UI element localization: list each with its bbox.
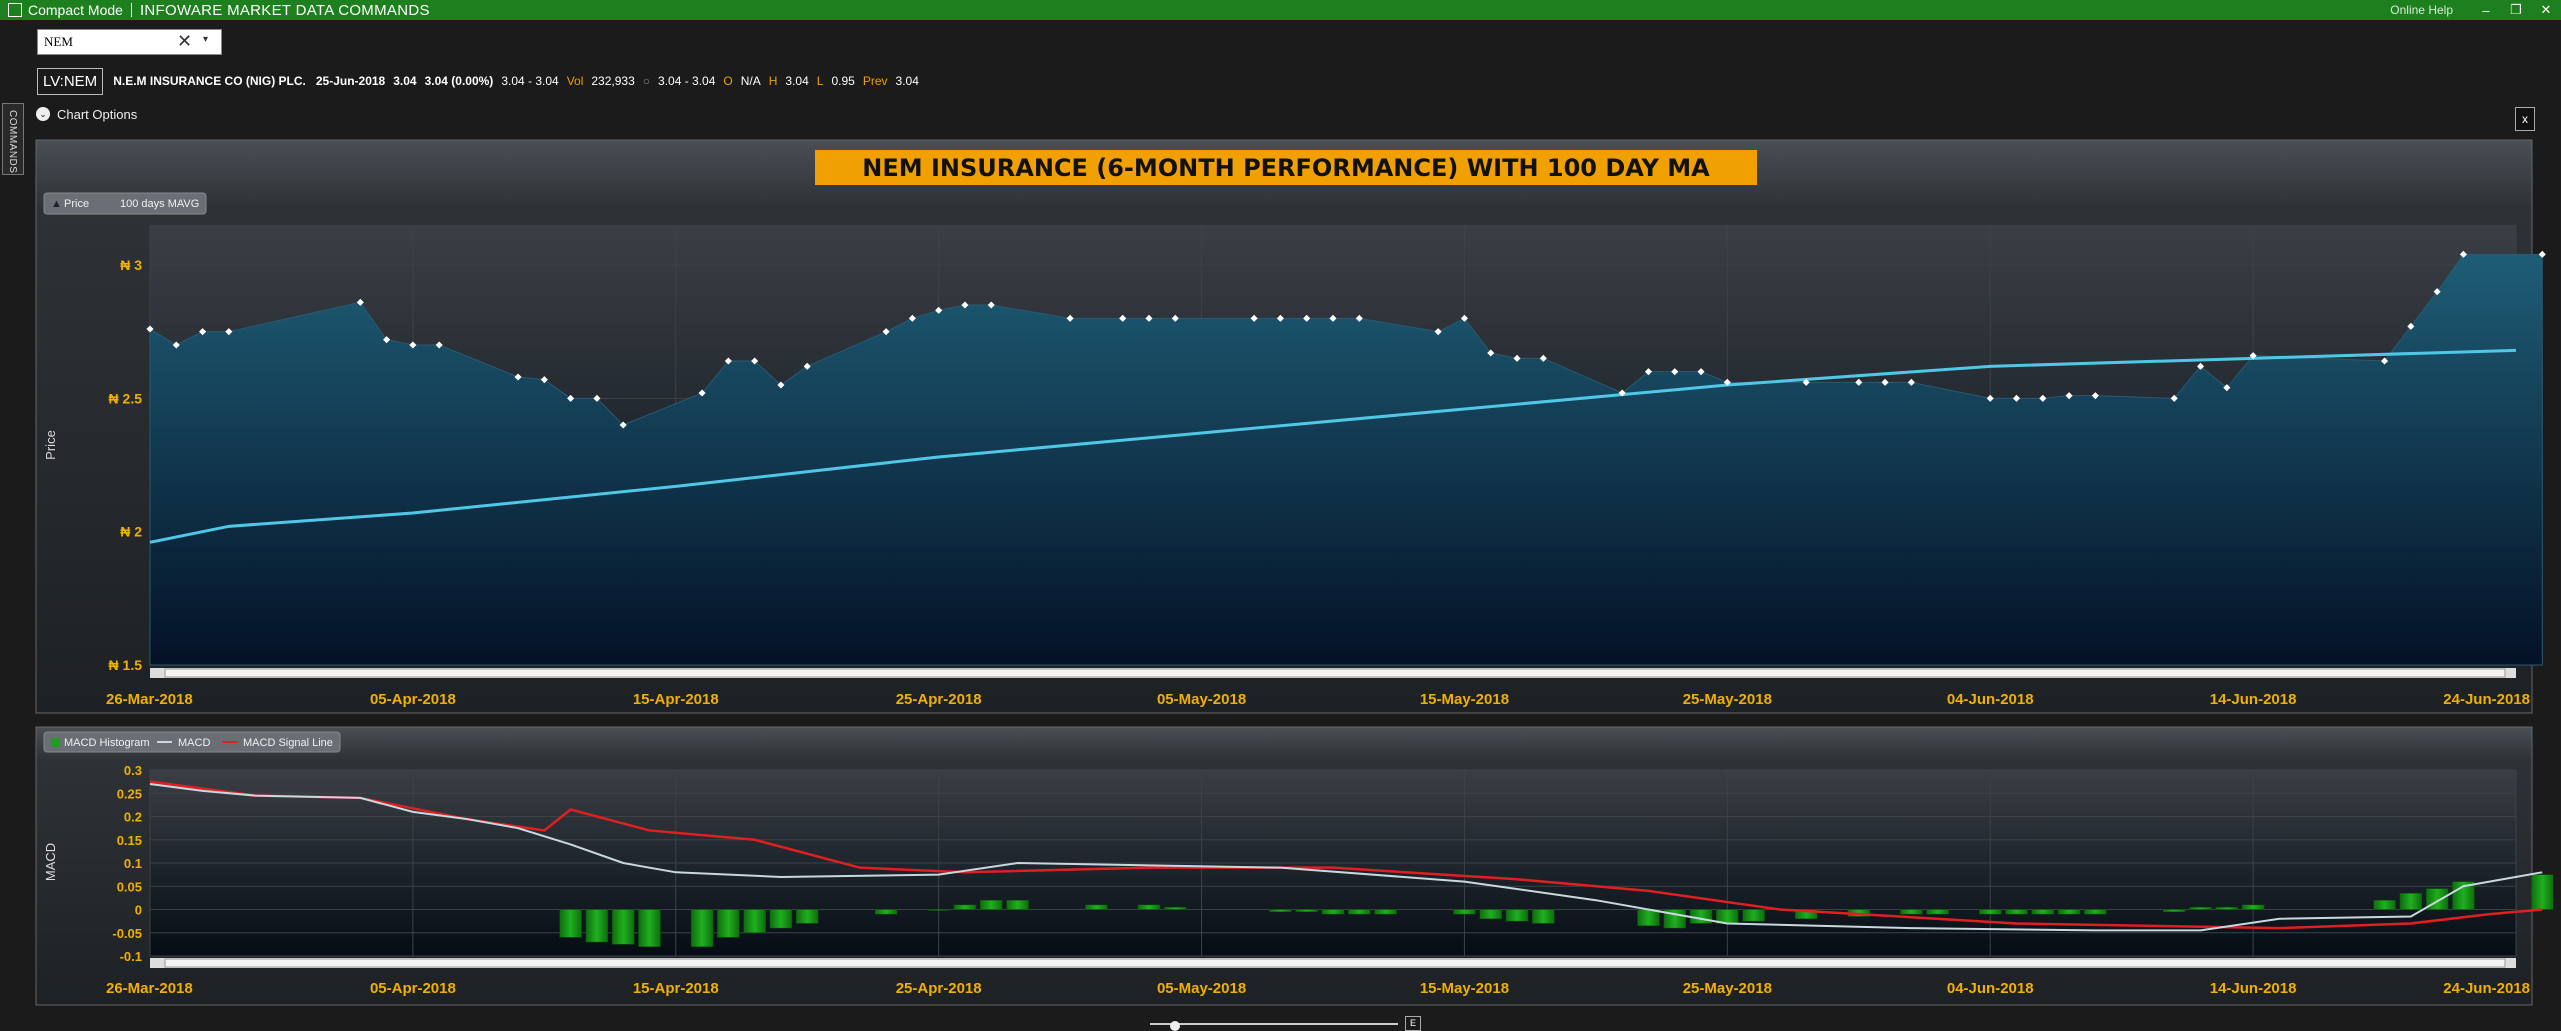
macd-histogram-bar: [1321, 909, 1345, 915]
macd-histogram-bar: [1085, 904, 1108, 910]
macd-histogram-bar: [2031, 909, 2055, 915]
y-tick-label: 0.15: [117, 833, 142, 848]
x-tick-label: 05-Apr-2018: [370, 691, 456, 708]
macd-histogram-bar: [611, 909, 635, 945]
y-tick-label: 0.05: [117, 879, 142, 894]
legend-macd-histogram[interactable]: MACD Histogram: [64, 737, 150, 749]
y-tick-label: ₦ 2: [120, 524, 142, 540]
price-scrollbar-thumb[interactable]: [164, 668, 2506, 678]
y-tick-label: 0: [135, 903, 142, 918]
macd-histogram-bar: [1137, 904, 1161, 910]
y-tick-label: -0.05: [112, 926, 142, 941]
macd-histogram-bar: [1900, 909, 1923, 915]
macd-histogram-bar: [1532, 909, 1555, 924]
x-tick-label: 26-Mar-2018: [106, 980, 193, 997]
x-tick-label: 15-Apr-2018: [633, 691, 719, 708]
macd-axis-label: MACD: [43, 843, 58, 881]
chart-title: NEM INSURANCE (6-MONTH PERFORMANCE) WITH…: [862, 154, 1710, 182]
macd-histogram-bar: [795, 909, 819, 924]
zoom-slider-track[interactable]: [1150, 1023, 1398, 1025]
x-tick-label: 15-May-2018: [1420, 980, 1509, 997]
macd-histogram-bar: [743, 909, 766, 933]
macd-histogram-bar: [2057, 909, 2081, 915]
y-tick-label: -0.1: [120, 949, 142, 964]
macd-histogram-bar: [2531, 874, 2554, 910]
y-tick-label: ₦ 3: [120, 257, 142, 273]
macd-histogram-bar: [717, 909, 740, 938]
x-tick-label: 05-Apr-2018: [370, 980, 456, 997]
macd-histogram-bar: [927, 909, 950, 911]
x-tick-label: 15-May-2018: [1420, 691, 1509, 708]
macd-histogram-bar: [690, 909, 714, 947]
y-tick-label: 0.25: [117, 786, 142, 801]
zoom-slider[interactable]: E: [1150, 1016, 1421, 1031]
x-tick-label: 14-Jun-2018: [2210, 691, 2297, 708]
x-tick-label: 25-May-2018: [1683, 980, 1772, 997]
price-legend-marker-icon: ▲: [51, 198, 62, 210]
macd-histogram-bar: [979, 899, 1003, 910]
macd-histogram-bar: [953, 904, 977, 910]
macd-histogram-bar: [1637, 909, 1660, 927]
macd-histogram-bar: [2189, 906, 2212, 910]
macd-histogram-bar: [1348, 909, 1371, 915]
macd-scrollbar-thumb[interactable]: [164, 958, 2506, 968]
macd-histogram-bar: [585, 909, 609, 943]
legend-signal[interactable]: MACD Signal Line: [243, 737, 333, 749]
macd-histogram-bar: [1453, 909, 1476, 915]
x-tick-label: 24-Jun-2018: [2443, 980, 2530, 997]
macd-histogram-bar: [874, 909, 898, 915]
x-tick-label: 05-May-2018: [1157, 980, 1246, 997]
y-tick-label: 0.3: [124, 763, 142, 778]
x-tick-label: 04-Jun-2018: [1947, 980, 2034, 997]
price-axis-label: Price: [43, 430, 58, 460]
x-tick-label: 15-Apr-2018: [633, 980, 719, 997]
macd-histogram-bar: [1505, 909, 1529, 922]
macd-histogram-bar: [1164, 906, 1187, 910]
x-tick-label: 26-Mar-2018: [106, 691, 193, 708]
macd-histogram-bar: [2005, 909, 2028, 915]
macd-histogram-bar: [2399, 892, 2423, 910]
y-tick-label: ₦ 2.5: [109, 390, 143, 406]
macd-histogram-bar: [2215, 906, 2239, 910]
x-tick-label: 24-Jun-2018: [2443, 691, 2530, 708]
charts-canvas: NEM INSURANCE (6-MONTH PERFORMANCE) WITH…: [35, 139, 2554, 1006]
macd-histogram-bar: [1742, 909, 1765, 922]
y-tick-label: 0.2: [124, 810, 142, 825]
macd-histogram-bar: [1479, 909, 1502, 920]
macd-histogram-bar: [1978, 909, 2002, 915]
zoom-slider-thumb[interactable]: [1170, 1021, 1180, 1031]
macd-histogram-legend-swatch: [51, 738, 60, 747]
legend-price[interactable]: Price: [64, 198, 89, 210]
macd-histogram-bar: [559, 909, 582, 938]
x-tick-label: 25-Apr-2018: [896, 980, 982, 997]
macd-histogram-bar: [769, 909, 793, 929]
y-tick-label: ₦ 1.5: [109, 657, 143, 673]
legend-macd[interactable]: MACD: [178, 737, 210, 749]
macd-histogram-bar: [1269, 909, 1292, 913]
x-tick-label: 04-Jun-2018: [1947, 691, 2034, 708]
macd-histogram-bar: [1295, 909, 1318, 913]
legend-mavg[interactable]: 100 days MAVG: [120, 198, 199, 210]
y-tick-label: 0.1: [124, 856, 142, 871]
macd-histogram-bar: [2162, 909, 2186, 913]
macd-histogram-bar: [1926, 909, 1949, 915]
x-tick-label: 25-Apr-2018: [896, 691, 982, 708]
macd-histogram-bar: [2373, 899, 2396, 910]
macd-histogram-bar: [1006, 899, 1029, 910]
x-tick-label: 14-Jun-2018: [2210, 980, 2297, 997]
macd-histogram-bar: [1374, 909, 1397, 915]
x-tick-label: 25-May-2018: [1683, 691, 1772, 708]
macd-histogram-bar: [2084, 909, 2107, 915]
macd-histogram-bar: [2241, 904, 2265, 910]
macd-histogram-bar: [638, 909, 661, 947]
x-tick-label: 05-May-2018: [1157, 691, 1246, 708]
